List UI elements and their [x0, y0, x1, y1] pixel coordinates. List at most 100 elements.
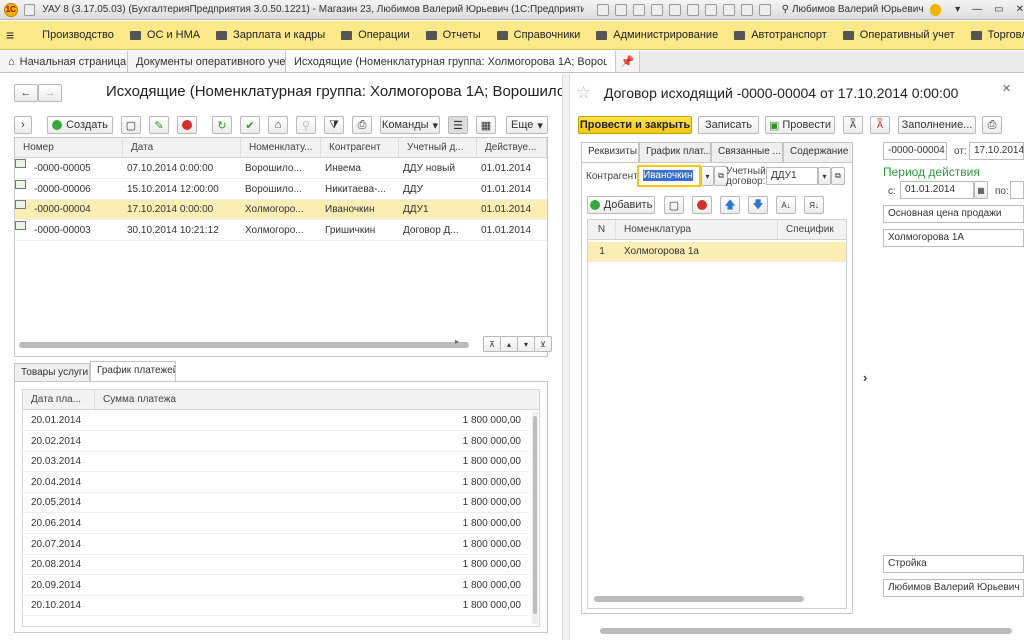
contract-field[interactable]: ДДУ1	[766, 167, 818, 185]
dt-kt-button[interactable]: Aͫ	[843, 116, 863, 134]
scroll-up-button[interactable]: ▴	[500, 336, 518, 352]
menu-hamburger-icon[interactable]: ≡	[0, 21, 20, 50]
pin-icon[interactable]: 📌	[616, 51, 640, 72]
refresh-button[interactable]: ↻	[212, 116, 232, 134]
sort-asc-button[interactable]: A↓	[776, 196, 796, 214]
copy-button[interactable]: ▢	[121, 116, 141, 134]
filter-button[interactable]: ⧩	[324, 116, 344, 134]
add-row-button[interactable]: Добавить	[587, 196, 655, 214]
print-button[interactable]: ⎙	[352, 116, 372, 134]
panel-splitter[interactable]	[562, 74, 570, 640]
post-button[interactable]: ▣ Провести	[765, 116, 835, 134]
form-close-icon[interactable]: ✕	[1002, 82, 1011, 95]
column-header[interactable]: Дата пла...	[23, 390, 95, 409]
save-button[interactable]: Записать	[698, 116, 759, 134]
delete-row-button[interactable]	[692, 196, 712, 214]
nomenclature-group-field[interactable]: Холмогорова 1А	[883, 229, 1024, 247]
period-to-field[interactable]	[1010, 181, 1024, 199]
post-button[interactable]: ✔	[240, 116, 260, 134]
menu-item-fixed-assets[interactable]: ОС и НМА	[122, 21, 208, 50]
status-field[interactable]: Стройка	[883, 555, 1024, 573]
history-icon[interactable]	[668, 3, 681, 16]
table-row[interactable]: 20.04.2014 1 800 000,00	[23, 473, 529, 493]
find-button[interactable]: ⚲	[296, 116, 316, 134]
table-row[interactable]: -0000-00003 30.10.2014 10:21:12 Холмогоро.…	[15, 220, 547, 241]
commands-button[interactable]: Команды ▾	[380, 116, 440, 134]
horizontal-scrollbar[interactable]	[594, 596, 804, 602]
menu-item-operational[interactable]: Оперативный учет	[835, 21, 963, 50]
preview-icon[interactable]	[632, 3, 645, 16]
calculator-icon[interactable]	[722, 3, 735, 16]
tab-payment-schedule[interactable]: График платежей	[90, 361, 176, 382]
table-row[interactable]: 20.05.2014 1 800 000,00	[23, 493, 529, 514]
back-button[interactable]: ←	[14, 84, 38, 102]
list-view-button[interactable]: ☰	[448, 116, 468, 134]
save-icon[interactable]	[596, 3, 609, 16]
create-button[interactable]: Создать	[47, 116, 113, 134]
table-row[interactable]: 20.07.2014 1 800 000,00	[23, 535, 529, 555]
menu-item-transport[interactable]: Автотранспорт	[726, 21, 835, 50]
minimize-button[interactable]: ▾	[955, 4, 960, 15]
counterparty-dropdown[interactable]: ▾	[701, 166, 714, 186]
contract-dropdown[interactable]: ▾	[818, 167, 831, 185]
vertical-scrollbar-thumb[interactable]	[533, 416, 537, 614]
info-icon[interactable]	[929, 3, 942, 16]
menu-item-reports[interactable]: Отчеты	[418, 21, 489, 50]
column-header[interactable]: Дата	[123, 138, 241, 157]
table-row[interactable]: 20.09.2014 1 800 000,00	[23, 576, 529, 596]
delete-button[interactable]	[177, 116, 197, 134]
print-icon[interactable]	[614, 3, 627, 16]
tab-requisites[interactable]: Реквизиты	[581, 142, 639, 162]
scroll-down-button[interactable]: ▾	[517, 336, 535, 352]
column-header[interactable]: Действуе...	[477, 138, 547, 157]
menu-item-trade[interactable]: Торговля	[963, 21, 1024, 50]
column-header[interactable]: Номенклатура	[616, 220, 778, 239]
column-header[interactable]: N	[588, 220, 616, 239]
date-field[interactable]: 17.10.2014	[969, 142, 1024, 160]
table-row[interactable]: -0000-00005 07.10.2014 0:00:00 Ворошило...…	[15, 159, 547, 179]
table-row[interactable]: 1 Холмогорова 1а	[588, 242, 846, 262]
print-button[interactable]: ⎙	[982, 116, 1002, 134]
column-header[interactable]: Номер	[15, 138, 123, 157]
move-up-button[interactable]: 🡅	[720, 196, 740, 214]
counterparty-field[interactable]: Иваночкин	[637, 165, 701, 187]
tab-content[interactable]: Содержание	[783, 142, 853, 162]
dt-kt-red-button[interactable]: Aͫ	[870, 116, 890, 134]
calendar-button[interactable]: ▦	[974, 181, 988, 199]
bookmark-icon[interactable]	[686, 3, 699, 16]
fill-button[interactable]: Заполнение...	[898, 116, 976, 134]
table-row[interactable]: 20.02.2014 1 800 000,00	[23, 432, 529, 452]
table-row[interactable]: -0000-00006 15.10.2014 12:00:00 Ворошило..…	[15, 179, 547, 200]
window-icon[interactable]	[758, 3, 771, 16]
tab-home[interactable]: ⌂ Начальная страница	[0, 51, 128, 72]
scroll-right-icon[interactable]: ▸	[455, 337, 459, 346]
close-icon[interactable]: ✕	[1016, 4, 1024, 15]
copy-row-button[interactable]: ▢	[664, 196, 684, 214]
column-header[interactable]: Специфик	[778, 220, 846, 239]
table-row[interactable]: 20.03.2014 1 800 000,00	[23, 452, 529, 473]
price-type-field[interactable]: Основная цена продажи	[883, 205, 1024, 223]
form-horizontal-scrollbar[interactable]	[600, 628, 1012, 634]
table-row[interactable]: -0000-00004 17.10.2014 0:00:00 Холмогоро..…	[15, 200, 547, 220]
zoom-icon[interactable]	[740, 3, 753, 16]
responsible-field[interactable]: Любимов Валерий Юрьевич	[883, 579, 1024, 597]
table-row[interactable]: 20.01.2014 1 800 000,00	[23, 411, 529, 431]
tab-outgoing[interactable]: Исходящие (Номенклатурная группа: Холмог…	[286, 51, 616, 72]
menu-item-salary[interactable]: Зарплата и кадры	[208, 21, 333, 50]
menu-dropdown-icon[interactable]	[23, 3, 36, 16]
tab-operational-docs[interactable]: Документы оперативного учета✕	[128, 51, 310, 72]
expand-button[interactable]: ›	[14, 116, 32, 134]
calendar-icon[interactable]	[704, 3, 717, 16]
tab-related[interactable]: Связанные ...	[711, 142, 783, 162]
forward-button[interactable]: →	[38, 84, 62, 102]
scroll-to-bottom-button[interactable]: ⊻	[534, 336, 552, 352]
maximize-icon[interactable]: ▭	[994, 4, 1003, 15]
more-button[interactable]: Еще ▾	[506, 116, 548, 134]
column-header[interactable]: Сумма платежа	[95, 390, 515, 409]
menu-item-production[interactable]: Производство	[20, 21, 122, 50]
table-row[interactable]: 20.06.2014 1 800 000,00	[23, 514, 529, 534]
menu-item-operations[interactable]: Операции	[333, 21, 417, 50]
post-and-close-button[interactable]: Провести и закрыть	[578, 116, 692, 134]
menu-item-catalogs[interactable]: Справочники	[489, 21, 589, 50]
scroll-to-top-button[interactable]: ⊼	[483, 336, 501, 352]
